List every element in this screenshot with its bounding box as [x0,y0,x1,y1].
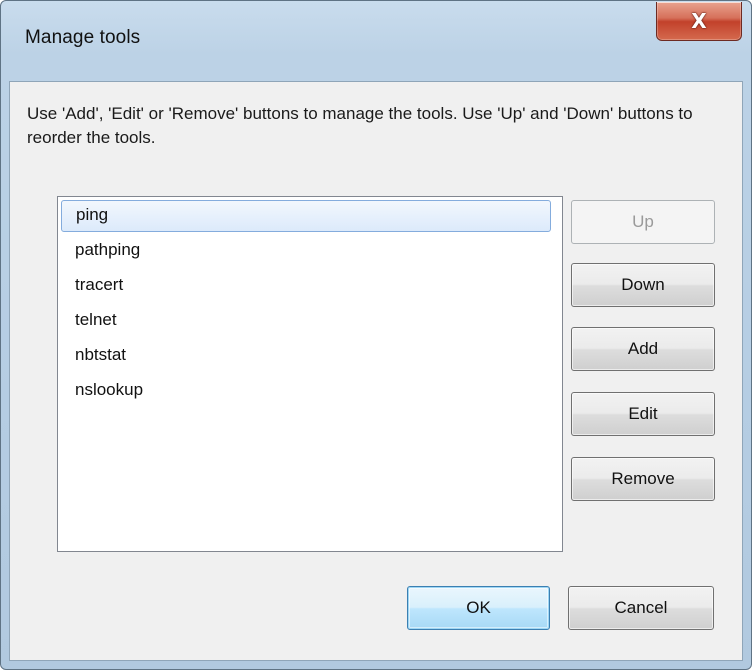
list-item-tracert[interactable]: tracert [61,270,551,302]
down-button[interactable]: Down [571,263,715,307]
manage-tools-dialog: Manage tools X Use 'Add', 'Edit' or 'Rem… [0,0,752,670]
list-item-ping[interactable]: ping [61,200,551,232]
add-button[interactable]: Add [571,327,715,371]
dialog-body: Use 'Add', 'Edit' or 'Remove' buttons to… [9,81,743,661]
list-item-telnet[interactable]: telnet [61,305,551,337]
cancel-button[interactable]: Cancel [568,586,714,630]
list-item-pathping[interactable]: pathping [61,235,551,267]
window-title: Manage tools [25,27,141,48]
title-bar[interactable]: Manage tools X [1,1,751,81]
close-icon: X [691,9,707,33]
list-item-nbtstat[interactable]: nbtstat [61,340,551,372]
instructions-text: Use 'Add', 'Edit' or 'Remove' buttons to… [27,104,693,147]
up-button[interactable]: Up [571,200,715,244]
edit-button[interactable]: Edit [571,392,715,436]
close-button[interactable]: X [656,2,742,41]
remove-button[interactable]: Remove [571,457,715,501]
ok-button[interactable]: OK [407,586,550,630]
list-item-nslookup[interactable]: nslookup [61,375,551,407]
tools-listbox[interactable]: ping pathping tracert telnet nbtstat nsl… [57,196,563,552]
